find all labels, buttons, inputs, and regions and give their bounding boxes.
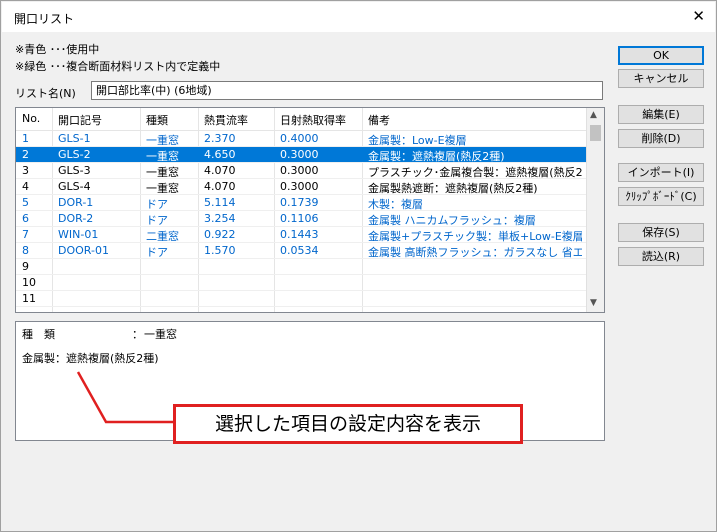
cell-no: 7 [22,228,29,241]
cell-type: 一重窓 [146,134,179,147]
cell-code: GLS-2 [58,148,91,161]
close-icon[interactable]: ✕ [692,7,705,25]
scroll-thumb[interactable] [590,125,601,141]
table-row[interactable]: 11 [16,291,588,307]
opening-table[interactable]: No. 開口記号 種類 熱貫流率 日射熱取得率 備考 1 GLS-1 一重窓 2.37… [15,107,605,313]
cell-no: 1 [22,132,29,145]
list-name-input[interactable]: 開口部比率(中) (6地域) [91,81,603,100]
cell-no: 11 [22,292,36,305]
cell-note: 金属製熱遮断：遮熱複層(熱反2種) [368,182,538,195]
table-row[interactable]: 5 DOR-1 ドア 5.114 0.1739 木製：複層 [16,195,588,211]
delete-button[interactable]: 削除(D) [618,129,704,148]
cell-eta: 0.4000 [280,132,319,145]
cell-no: 5 [22,196,29,209]
column-header-code[interactable]: 開口記号 [58,112,102,128]
cell-type: 一重窓 [146,166,179,179]
cell-note: 金属製：Low-E複層 [368,134,467,147]
scroll-up-icon[interactable]: ▲ [590,110,597,120]
ok-button[interactable]: OK [618,46,704,65]
column-header-remarks[interactable]: 備考 [368,112,390,128]
cell-type: 二重窓 [146,230,179,243]
table-row[interactable]: 6 DOR-2 ドア 3.254 0.1106 金属製 ハニカムフラッシュ：複層 [16,211,588,227]
cell-type: 一重窓 [146,150,179,163]
callout-pointer-line [76,371,174,424]
list-name-label: リスト名(N) [15,87,76,100]
cell-code: GLS-4 [58,180,91,193]
vertical-scrollbar[interactable]: ▲ ▼ [586,108,604,312]
cell-u: 3.254 [204,212,236,225]
table-row[interactable]: 1 GLS-1 一重窓 2.370 0.4000 金属製：Low-E複層 [16,131,588,147]
cell-no: 2 [22,148,29,161]
legend-note-green: ※緑色 ･･･複合断面材料リスト内で定義中 [15,60,221,73]
cell-eta: 0.1739 [280,196,319,209]
column-header-type[interactable]: 種類 [146,112,168,128]
table-row[interactable]: 3 GLS-3 一重窓 4.070 0.3000 プラスチック･金属複合製：遮熱複層(熱反… [16,163,588,179]
cell-eta: 0.3000 [280,148,319,161]
cell-u: 0.922 [204,228,236,241]
cell-u: 4.070 [204,180,236,193]
cell-note: 金属製：遮熱複層(熱反2種) [368,150,505,163]
cell-u: 2.370 [204,132,236,145]
cell-type: ドア [146,246,168,259]
cell-eta: 0.0534 [280,244,319,257]
scroll-down-icon[interactable]: ▼ [590,298,597,308]
cell-no: 4 [22,180,29,193]
cell-note: 木製：複層 [368,198,423,211]
cancel-button[interactable]: キャンセル [618,69,704,88]
cell-type: ドア [146,198,168,211]
cell-no: 6 [22,212,29,225]
table-row[interactable]: 10 [16,275,588,291]
cell-type: 一重窓 [146,182,179,195]
cell-u: 4.650 [204,148,236,161]
table-row[interactable]: 2 GLS-2 一重窓 4.650 0.3000 金属製：遮熱複層(熱反2種) [16,147,588,163]
cell-note: 金属製 ハニカムフラッシュ：複層 [368,214,536,227]
cell-u: 5.114 [204,196,236,209]
title-bar: 開口リスト ✕ [2,2,715,32]
cell-note: プラスチック･金属複合製：遮熱複層(熱反2 [368,166,582,179]
cell-eta: 0.3000 [280,180,319,193]
cell-no: 8 [22,244,29,257]
cell-code: DOOR-01 [58,244,109,257]
detail-type-label: 種 類 [22,328,55,341]
column-header-no[interactable]: No. [22,112,40,125]
import-button[interactable]: インポート(I) [618,163,704,182]
table-row[interactable]: 7 WIN-01 二重窓 0.922 0.1443 金属製+プラスチック製：単板+Low-… [16,227,588,243]
column-header-solar-gain[interactable]: 日射熱取得率 [280,112,346,128]
table-row[interactable]: 4 GLS-4 一重窓 4.070 0.3000 金属製熱遮断：遮熱複層(熱反2種) [16,179,588,195]
detail-type-value: 一重窓 [144,328,177,341]
table-header: No. 開口記号 種類 熱貫流率 日射熱取得率 備考 [16,108,588,131]
cell-code: GLS-1 [58,132,91,145]
legend-note-blue: ※青色 ･･･使用中 [15,43,100,56]
cell-note: 金属製+プラスチック製：単板+Low-E複層 ... [368,230,582,243]
table-row[interactable]: 8 DOOR-01 ドア 1.570 0.0534 金属製 高断熱フラッシュ：ガラスなし … [16,243,588,259]
cell-eta: 0.3000 [280,164,319,177]
cell-type: ドア [146,214,168,227]
cell-no: 10 [22,276,36,289]
cell-no: 9 [22,260,29,273]
cell-note: 金属製 高断熱フラッシュ：ガラスなし 省エ... [368,246,582,259]
cell-no: 3 [22,164,29,177]
open-list-dialog: 開口リスト ✕ ※青色 ･･･使用中 ※緑色 ･･･複合断面材料リスト内で定義中… [0,0,717,532]
clipboard-button[interactable]: ｸﾘｯﾌﾟﾎﾞｰﾄﾞ(C) [618,187,704,206]
load-button[interactable]: 読込(R) [618,247,704,266]
cell-u: 4.070 [204,164,236,177]
cell-eta: 0.1443 [280,228,319,241]
callout-box: 選択した項目の設定内容を表示 [173,404,523,444]
cell-code: DOR-1 [58,196,94,209]
table-row[interactable]: 9 [16,259,588,275]
cell-code: WIN-01 [58,228,99,241]
cell-code: GLS-3 [58,164,91,177]
window-title: 開口リスト [14,12,75,26]
detail-type-separator: ： [132,328,143,341]
cell-code: DOR-2 [58,212,94,225]
column-header-u-value[interactable]: 熱貫流率 [204,112,248,128]
save-button[interactable]: 保存(S) [618,223,704,242]
cell-eta: 0.1106 [280,212,319,225]
cell-u: 1.570 [204,244,236,257]
edit-button[interactable]: 編集(E) [618,105,704,124]
